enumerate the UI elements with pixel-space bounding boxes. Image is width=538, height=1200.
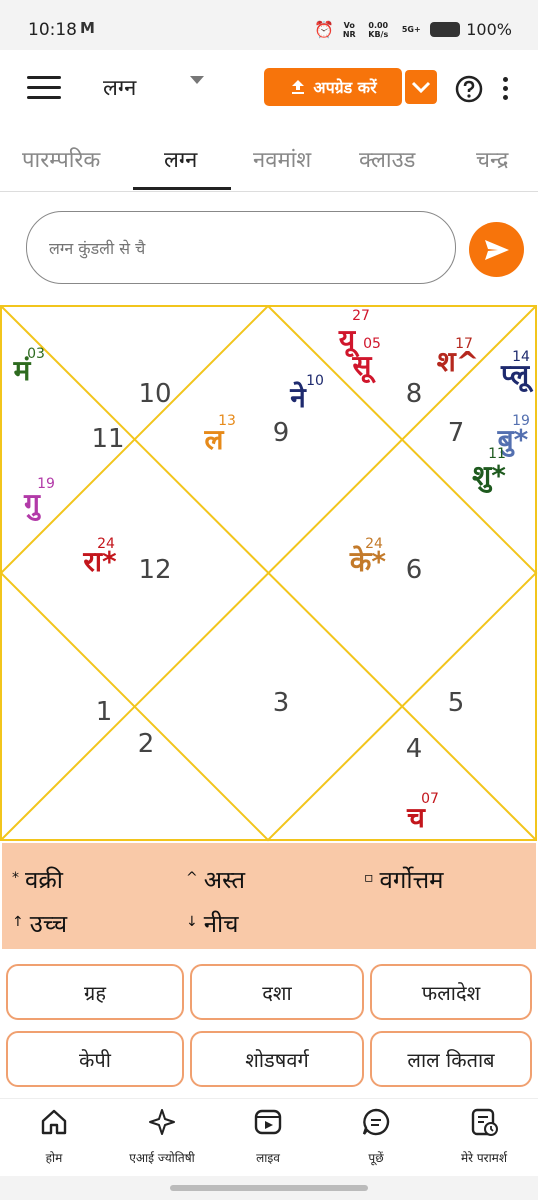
shodashvarga-button[interactable]: शोडषवर्ग bbox=[190, 1031, 364, 1087]
help-icon[interactable] bbox=[455, 75, 483, 103]
upload-icon bbox=[292, 80, 305, 94]
upgrade-label: अपग्रेड करें bbox=[313, 78, 377, 97]
symbol-legend: * वक्री ^ अस्त ▫ वर्गोत्तम ↑ उच्च ↓ नीच bbox=[2, 843, 536, 949]
nav-my-consultations[interactable]: मेरे परामर्श bbox=[430, 1107, 538, 1166]
battery-icon bbox=[430, 22, 461, 37]
data-speed: 0.00 KB/s bbox=[368, 20, 389, 39]
battery-percent: 100% bbox=[466, 20, 512, 39]
menu-icon[interactable] bbox=[27, 76, 61, 100]
chart-tabs: पारम्परिक लग्न नवमांश क्लाउड चन्द्र bbox=[0, 126, 538, 192]
live-video-icon bbox=[254, 1109, 282, 1135]
app-toolbar: लग्न अपग्रेड करें bbox=[0, 50, 538, 126]
upgrade-button[interactable]: अपग्रेड करें bbox=[264, 68, 402, 106]
house-number: 9 bbox=[273, 418, 290, 448]
legend-retrograde: * वक्री bbox=[12, 866, 63, 894]
planets-button[interactable]: ग्रह bbox=[6, 964, 184, 1020]
planet-degree: 17 bbox=[455, 336, 473, 352]
house-number: 10 bbox=[138, 379, 171, 409]
planet-label[interactable]: शु* bbox=[472, 459, 506, 493]
dasha-button[interactable]: दशा bbox=[190, 964, 364, 1020]
signal-5g: 5G+ bbox=[401, 25, 421, 34]
house-number: 3 bbox=[273, 688, 290, 718]
nav-ask[interactable]: पूछें bbox=[322, 1107, 430, 1166]
home-gesture-bar[interactable] bbox=[170, 1185, 368, 1191]
kp-button[interactable]: केपी bbox=[6, 1031, 184, 1087]
planet-degree: 11 bbox=[488, 446, 506, 462]
house-number: 12 bbox=[138, 555, 171, 585]
kundli-svg: 1011 98712 61 3 52 4 मं03गु19रा*24ल13ने 10यू27… bbox=[0, 305, 538, 842]
status-time: 10:18 bbox=[28, 20, 77, 40]
house-number: 6 bbox=[406, 555, 423, 585]
send-button[interactable] bbox=[469, 222, 524, 277]
planet-degree: 24 bbox=[365, 536, 383, 552]
nav-live[interactable]: लाइव bbox=[214, 1107, 322, 1166]
house-number: 8 bbox=[406, 379, 423, 409]
upgrade-dropdown-button[interactable] bbox=[405, 70, 437, 104]
nav-ai-astrologer[interactable]: एआई ज्योतिषी bbox=[108, 1107, 216, 1166]
legend-exalted: ↑ उच्च bbox=[12, 910, 68, 938]
house-number: 11 bbox=[91, 424, 124, 454]
planet-label[interactable]: गु bbox=[23, 487, 41, 521]
active-tab-indicator bbox=[133, 187, 231, 190]
sparkle-wand-icon bbox=[149, 1109, 175, 1135]
chart-type-title[interactable]: लग्न bbox=[103, 72, 136, 102]
legend-combust: ^ अस्त bbox=[186, 866, 246, 894]
planet-degree: 03 bbox=[27, 346, 45, 362]
lal-kitab-button[interactable]: लाल किताब bbox=[370, 1031, 532, 1087]
tab-navamsha[interactable]: नवमांश bbox=[253, 144, 311, 174]
send-icon bbox=[484, 239, 509, 260]
planet-degree: 13 bbox=[218, 413, 236, 429]
tab-lagna[interactable]: लग्न bbox=[164, 144, 197, 174]
network-activity-icon: M bbox=[80, 19, 95, 37]
status-bar: 10:18 M ⏰ Vo NR 0.00 KB/s 5G+ 100% bbox=[0, 0, 538, 50]
volte-indicator: Vo NR bbox=[342, 20, 356, 39]
bottom-navigation: होम एआई ज्योतिषी लाइव पूछें मेरे परामर्श bbox=[0, 1098, 538, 1176]
tab-cloud[interactable]: क्लाउड bbox=[359, 144, 415, 174]
house-number: 5 bbox=[448, 688, 465, 718]
house-number: 7 bbox=[448, 418, 465, 448]
chevron-down-icon bbox=[411, 81, 431, 94]
consultation-history-icon bbox=[471, 1108, 498, 1136]
more-options-icon[interactable] bbox=[503, 77, 511, 101]
legend-debilitated: ↓ नीच bbox=[186, 910, 239, 938]
planet-degree: 24 bbox=[97, 536, 115, 552]
tab-traditional[interactable]: पारम्परिक bbox=[22, 144, 100, 174]
home-icon bbox=[41, 1109, 67, 1135]
planet-degree: 05 bbox=[363, 336, 381, 352]
chat-input-box[interactable] bbox=[26, 211, 456, 284]
planet-degree: 10 bbox=[306, 373, 324, 389]
legend-vargottam: ▫ वर्गोत्तम bbox=[364, 866, 444, 894]
chat-bubble-icon bbox=[362, 1108, 390, 1136]
planet-degree: 19 bbox=[512, 413, 530, 429]
planet-degree: 27 bbox=[352, 308, 370, 324]
house-number: 1 bbox=[96, 697, 113, 727]
nav-home[interactable]: होम bbox=[0, 1107, 108, 1166]
lagna-kundli-chart: 10 11 9 8 7 12 6 1 3 5 2 4 मं 03 गु 19 रा* 24 ल 13 ने 10 यू 27… bbox=[0, 305, 538, 842]
status-icons: ⏰ Vo NR 0.00 KB/s 5G+ 100% bbox=[314, 20, 512, 39]
planet-degree: 19 bbox=[37, 476, 55, 492]
chat-input[interactable] bbox=[49, 232, 439, 264]
planet-degree: 07 bbox=[421, 791, 439, 807]
planet-degree: 14 bbox=[512, 349, 530, 365]
house-number: 4 bbox=[406, 734, 423, 764]
predictions-button[interactable]: फलादेश bbox=[370, 964, 532, 1020]
alarm-icon: ⏰ bbox=[314, 20, 335, 39]
planet-label[interactable]: ने bbox=[289, 381, 307, 414]
house-number: 2 bbox=[138, 729, 155, 759]
tab-chandra[interactable]: चन्द्र bbox=[476, 144, 508, 174]
chart-type-dropdown-icon[interactable] bbox=[190, 76, 204, 84]
